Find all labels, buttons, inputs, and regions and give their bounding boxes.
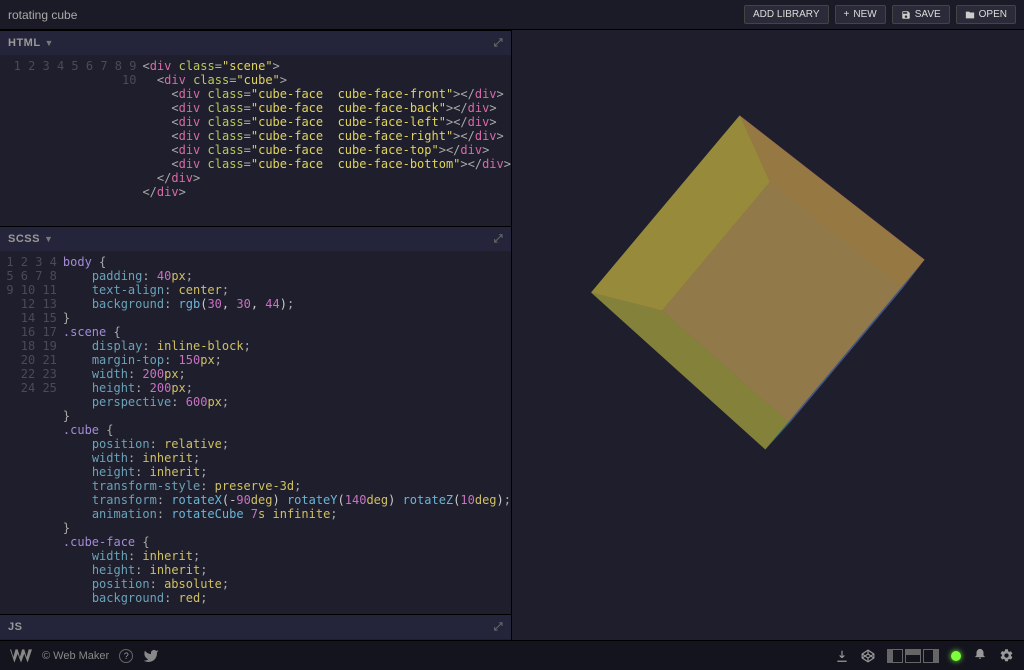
codepen-icon[interactable] [861, 649, 875, 663]
settings-icon[interactable] [999, 648, 1014, 663]
webmaker-logo-icon [10, 649, 32, 663]
help-icon[interactable]: ? [119, 649, 133, 663]
preview-pane [512, 30, 1024, 640]
open-button[interactable]: OPEN [956, 5, 1016, 24]
scss-panel: SCSS▼ ⤢ 1 2 3 4 5 6 7 8 9 10 11 12 13 14… [0, 226, 511, 614]
expand-icon[interactable]: ⤢ [494, 37, 503, 50]
html-panel-header[interactable]: HTML▼ ⤢ [0, 31, 511, 55]
plus-icon: + [844, 9, 850, 20]
js-panel: JS ⤢ [0, 614, 511, 640]
preview-scene [668, 190, 868, 390]
save-icon [901, 10, 911, 20]
save-button[interactable]: SAVE [892, 5, 950, 24]
expand-icon[interactable]: ⤢ [494, 233, 503, 246]
scss-panel-header[interactable]: SCSS▼ ⤢ [0, 227, 511, 251]
footer-bar: © Web Maker ? [0, 640, 1024, 670]
status-dot [951, 651, 961, 661]
download-icon[interactable] [835, 649, 849, 663]
folder-icon [965, 10, 975, 20]
top-bar: ADD LIBRARY +NEW SAVE OPEN [0, 0, 1024, 30]
editors-column: HTML▼ ⤢ 1 2 3 4 5 6 7 8 9 10 <div class=… [0, 30, 512, 640]
layout-right-icon[interactable] [923, 649, 939, 663]
chevron-down-icon: ▼ [44, 234, 53, 244]
project-title-input[interactable] [8, 8, 208, 22]
js-panel-header[interactable]: JS ⤢ [0, 615, 511, 639]
layout-switcher [887, 649, 939, 663]
chevron-down-icon: ▼ [45, 38, 54, 48]
twitter-icon[interactable] [143, 648, 159, 664]
html-editor[interactable]: 1 2 3 4 5 6 7 8 9 10 <div class="scene">… [0, 55, 511, 226]
layout-left-icon[interactable] [887, 649, 903, 663]
main-split: HTML▼ ⤢ 1 2 3 4 5 6 7 8 9 10 <div class=… [0, 30, 1024, 640]
footer-brand: © Web Maker [42, 650, 109, 662]
scss-editor[interactable]: 1 2 3 4 5 6 7 8 9 10 11 12 13 14 15 16 1… [0, 251, 511, 614]
layout-top-icon[interactable] [905, 649, 921, 663]
new-button[interactable]: +NEW [835, 5, 886, 24]
top-actions: ADD LIBRARY +NEW SAVE OPEN [744, 5, 1016, 24]
notifications-icon[interactable] [973, 646, 987, 665]
html-panel: HTML▼ ⤢ 1 2 3 4 5 6 7 8 9 10 <div class=… [0, 30, 511, 226]
cube-face-top [591, 115, 925, 449]
preview-cube [665, 204, 846, 356]
add-library-button[interactable]: ADD LIBRARY [744, 5, 829, 24]
expand-icon[interactable]: ⤢ [494, 621, 503, 634]
